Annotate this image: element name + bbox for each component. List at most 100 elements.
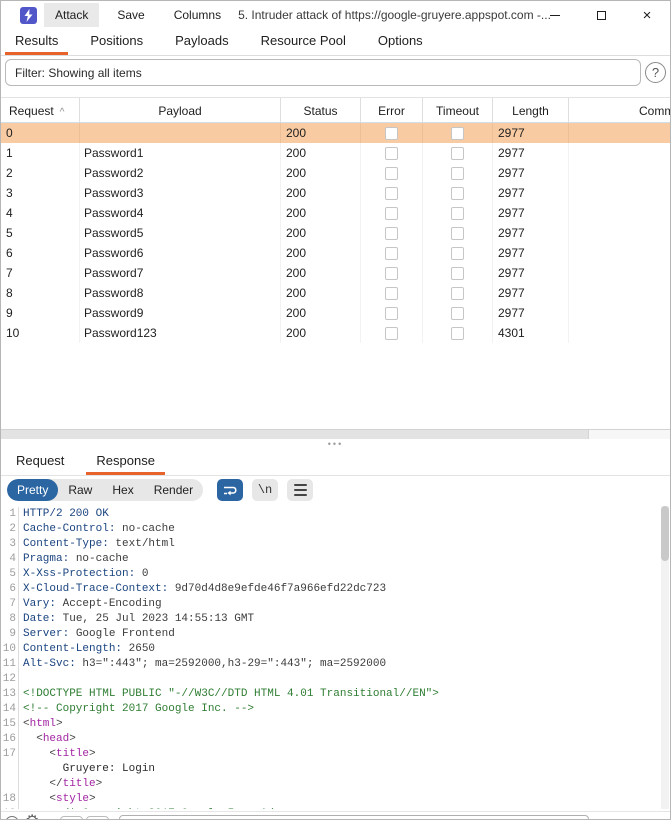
search-settings-icon[interactable] [5, 816, 19, 820]
close-button[interactable]: × [624, 1, 670, 29]
next-match-button[interactable] [86, 816, 109, 820]
error-checkbox[interactable] [385, 287, 398, 300]
lightning-bolt-icon [23, 9, 34, 22]
save-menu[interactable]: Save [106, 3, 155, 27]
window-title: 5. Intruder attack of https://google-gru… [238, 8, 551, 22]
results-table-body: 020029771Password120029772Password220029… [1, 123, 670, 343]
table-row[interactable]: 10Password1232004301 [1, 323, 670, 343]
code-line: 7Vary: Accept-Encoding [1, 597, 660, 612]
horizontal-scrollbar-thumb[interactable] [1, 430, 589, 439]
table-row[interactable]: 6Password62002977 [1, 243, 670, 263]
table-row[interactable]: 5Password52002977 [1, 223, 670, 243]
tab-resource-pool[interactable]: Resource Pool [251, 29, 356, 55]
error-checkbox[interactable] [385, 147, 398, 160]
line-content: X-Xss-Protection: 0 [23, 567, 148, 582]
tab-results[interactable]: Results [5, 29, 68, 55]
cell-status: 200 [281, 183, 361, 203]
cell-length: 2977 [493, 123, 569, 143]
search-input[interactable] [119, 815, 589, 820]
timeout-checkbox[interactable] [451, 167, 464, 180]
table-row[interactable]: 02002977 [1, 123, 670, 143]
tab-response[interactable]: Response [86, 449, 165, 475]
timeout-checkbox[interactable] [451, 227, 464, 240]
line-content: <html> [23, 717, 63, 732]
table-row[interactable]: 1Password12002977 [1, 143, 670, 163]
gear-icon[interactable]: ⚙ [25, 813, 39, 820]
wrap-lines-button[interactable] [217, 479, 243, 501]
line-number: 16 [1, 732, 19, 747]
error-checkbox[interactable] [385, 187, 398, 200]
column-header-status[interactable]: Status [281, 98, 361, 122]
timeout-checkbox[interactable] [451, 307, 464, 320]
editor-menu-button[interactable] [287, 479, 313, 501]
cell-error [361, 243, 423, 263]
previous-match-button[interactable] [60, 816, 83, 820]
timeout-checkbox[interactable] [451, 247, 464, 260]
error-checkbox[interactable] [385, 267, 398, 280]
column-header-timeout[interactable]: Timeout [423, 98, 493, 122]
cell-error [361, 283, 423, 303]
error-checkbox[interactable] [385, 227, 398, 240]
vertical-scrollbar-thumb[interactable] [661, 506, 669, 561]
column-header-comment[interactable]: Comment [569, 98, 670, 122]
maximize-icon [597, 11, 606, 20]
cell-status: 200 [281, 123, 361, 143]
maximize-button[interactable] [578, 1, 624, 29]
cell-length: 2977 [493, 283, 569, 303]
vertical-scrollbar[interactable] [661, 506, 669, 809]
mode-hex-button[interactable]: Hex [102, 479, 143, 501]
table-row[interactable]: 2Password22002977 [1, 163, 670, 183]
error-checkbox[interactable] [385, 207, 398, 220]
table-row[interactable]: 8Password82002977 [1, 283, 670, 303]
tab-positions[interactable]: Positions [80, 29, 153, 55]
tab-request[interactable]: Request [6, 449, 74, 475]
minimize-button[interactable] [532, 1, 578, 29]
column-header-payload[interactable]: Payload [80, 98, 281, 122]
columns-menu[interactable]: Columns [163, 3, 232, 27]
error-checkbox[interactable] [385, 327, 398, 340]
line-content: <title> [23, 747, 96, 762]
table-row[interactable]: 7Password72002977 [1, 263, 670, 283]
cell-timeout [423, 143, 493, 163]
timeout-checkbox[interactable] [451, 207, 464, 220]
code-line: 4Pragma: no-cache [1, 552, 660, 567]
cell-error [361, 263, 423, 283]
line-content: Pragma: no-cache [23, 552, 129, 567]
column-header-length[interactable]: Length [493, 98, 569, 122]
mode-render-button[interactable]: Render [144, 479, 203, 501]
cell-request: 1 [1, 143, 80, 163]
line-content: Vary: Accept-Encoding [23, 597, 162, 612]
line-number: 19 [1, 807, 19, 809]
mode-raw-button[interactable]: Raw [58, 479, 102, 501]
attack-menu[interactable]: Attack [44, 3, 99, 27]
table-row[interactable]: 3Password32002977 [1, 183, 670, 203]
timeout-checkbox[interactable] [451, 127, 464, 140]
error-checkbox[interactable] [385, 247, 398, 260]
newline-toggle-button[interactable]: \n [252, 479, 278, 501]
cell-length: 2977 [493, 143, 569, 163]
cell-comment [569, 203, 670, 223]
response-code[interactable]: 1HTTP/2 200 OK2Cache-Control: no-cache3C… [1, 505, 660, 809]
column-header-error[interactable]: Error [361, 98, 423, 122]
timeout-checkbox[interactable] [451, 147, 464, 160]
timeout-checkbox[interactable] [451, 267, 464, 280]
line-number: 13 [1, 687, 19, 702]
horizontal-scrollbar[interactable] [1, 429, 670, 439]
table-row[interactable]: 9Password92002977 [1, 303, 670, 323]
error-checkbox[interactable] [385, 307, 398, 320]
mode-pretty-button[interactable]: Pretty [7, 479, 58, 501]
table-row[interactable]: 4Password42002977 [1, 203, 670, 223]
column-header-request[interactable]: Request^ [1, 98, 80, 122]
panel-splitter[interactable]: ••• [1, 439, 670, 449]
timeout-checkbox[interactable] [451, 327, 464, 340]
tab-options[interactable]: Options [368, 29, 433, 55]
cell-timeout [423, 323, 493, 343]
tab-payloads[interactable]: Payloads [165, 29, 238, 55]
filter-bar[interactable]: Filter: Showing all items [5, 59, 641, 86]
error-checkbox[interactable] [385, 167, 398, 180]
timeout-checkbox[interactable] [451, 187, 464, 200]
error-checkbox[interactable] [385, 127, 398, 140]
help-button[interactable]: ? [645, 62, 666, 83]
line-content: HTTP/2 200 OK [23, 507, 109, 522]
timeout-checkbox[interactable] [451, 287, 464, 300]
